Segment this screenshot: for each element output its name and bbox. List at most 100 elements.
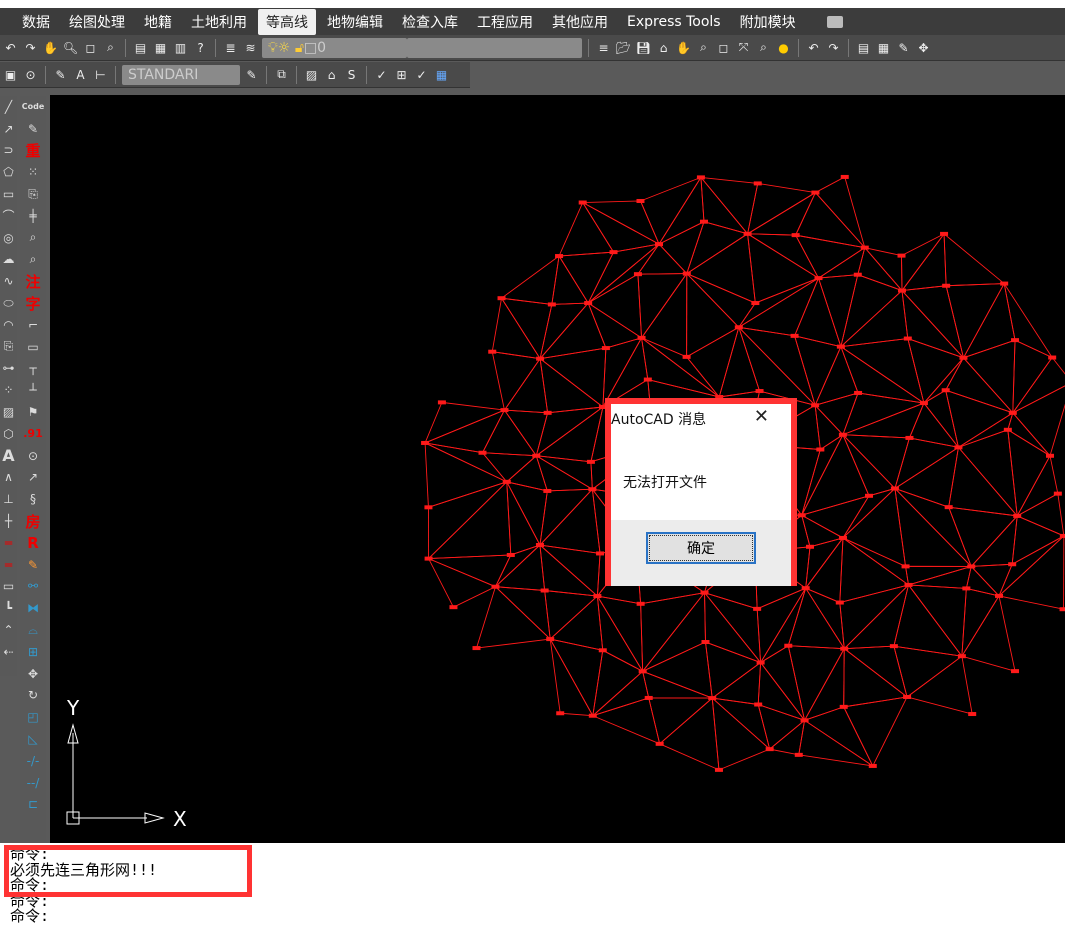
attribute-icon[interactable]: ✓ xyxy=(373,66,390,83)
redo-icon[interactable]: ↷ xyxy=(22,39,39,56)
offset-icon[interactable]: ⌓ xyxy=(20,619,46,641)
rail-icon[interactable]: ┬ xyxy=(20,358,46,380)
dim-update-icon[interactable]: ⊢ xyxy=(92,66,109,83)
close-icon[interactable]: ✕ xyxy=(754,406,769,427)
spline-icon[interactable]: S xyxy=(343,66,360,83)
scale-icon[interactable]: ◰ xyxy=(20,706,46,728)
slope-icon[interactable]: ↗ xyxy=(20,467,46,489)
annotation-button[interactable]: 注 xyxy=(20,270,46,292)
menu-check-import[interactable]: 检查入库 xyxy=(394,9,466,35)
text-button[interactable]: 字 xyxy=(20,292,46,314)
match-properties-icon[interactable]: ✎ xyxy=(895,39,912,56)
zoom-previous-icon[interactable]: ⌕ xyxy=(102,39,119,56)
elevation-point-button[interactable]: .91 xyxy=(20,423,46,445)
layer-state-icon[interactable]: ≋ xyxy=(242,39,259,56)
flag-icon[interactable]: ⚑ xyxy=(20,401,46,423)
double-line-icon-2[interactable]: ═ xyxy=(0,554,17,576)
cliff-icon[interactable]: § xyxy=(20,488,46,510)
text-icon[interactable]: A xyxy=(0,445,17,467)
attribute-manager-icon[interactable]: ▦ xyxy=(433,66,450,83)
ok-button[interactable]: 确定 xyxy=(646,532,756,564)
r-button[interactable]: R xyxy=(20,532,46,554)
xline-icon[interactable]: ↗ xyxy=(0,118,17,140)
attribute-edit-icon[interactable]: ⊞ xyxy=(393,66,410,83)
pan-icon-2[interactable]: ✋ xyxy=(675,39,692,56)
zoom-window-icon[interactable]: ◻ xyxy=(82,39,99,56)
text-style-icon[interactable]: A xyxy=(72,66,89,83)
line-icon[interactable]: ╱ xyxy=(0,96,17,118)
house-button[interactable]: 房 xyxy=(20,510,46,532)
attribute-sync-icon[interactable]: ✓ xyxy=(413,66,430,83)
menu-other[interactable]: 其他应用 xyxy=(544,9,616,35)
zoom-realtime-icon[interactable]: ⌕ xyxy=(695,39,712,56)
point-icon[interactable]: ⁘ xyxy=(0,379,17,401)
ellipse-icon[interactable]: ⬭ xyxy=(0,292,17,314)
properties-icon-2[interactable]: ▤ xyxy=(855,39,872,56)
text-style-dropdown[interactable]: STANDARI xyxy=(122,64,240,85)
arrow-line-icon[interactable]: ⇠ xyxy=(0,641,17,663)
hatch-icon-2[interactable]: ▨ xyxy=(0,401,17,423)
box-icon[interactable]: ▭ xyxy=(0,576,17,598)
layer-manager-icon[interactable]: ≣ xyxy=(222,39,239,56)
circle-center-icon[interactable]: ⊙ xyxy=(22,66,39,83)
grid-icon[interactable]: ⁙ xyxy=(20,161,46,183)
ellipse-arc-icon[interactable]: ◠ xyxy=(0,314,17,336)
zoom-icon[interactable]: 🔍︎ xyxy=(62,39,79,56)
camera-icon[interactable]: ⎘ xyxy=(20,183,46,205)
building-icon[interactable]: ⌐ xyxy=(20,314,46,336)
zoom-previous-icon-2[interactable]: ⌕ xyxy=(755,39,772,56)
draw-order-icon[interactable]: ⧉ xyxy=(273,66,290,83)
dim-baseline-icon[interactable]: ┼ xyxy=(0,510,17,532)
menu-engineering[interactable]: 工程应用 xyxy=(469,9,541,35)
step-icon[interactable]: ┗ xyxy=(0,597,17,619)
polygon-icon[interactable]: ⬠ xyxy=(0,161,17,183)
design-center-icon-2[interactable]: ▦ xyxy=(875,39,892,56)
lineweight-icon[interactable]: ≡ xyxy=(595,39,612,56)
rect-icon[interactable]: ▭ xyxy=(20,336,46,358)
menu-land-use[interactable]: 土地利用 xyxy=(183,9,255,35)
move-icon-2[interactable]: ✥ xyxy=(20,663,46,685)
double-line-icon[interactable]: ═ xyxy=(0,532,17,554)
design-center-icon[interactable]: ▦ xyxy=(152,39,169,56)
layer-dropdown-arrow[interactable] xyxy=(407,37,582,58)
properties-icon[interactable]: ▤ xyxy=(132,39,149,56)
edit-icon[interactable]: ✎ xyxy=(20,118,46,140)
open-icon[interactable]: 📂︎ xyxy=(615,39,632,56)
block-icon[interactable]: ▣ xyxy=(2,66,19,83)
dim-angle-icon[interactable]: ∧ xyxy=(0,467,17,489)
distance-query-icon[interactable]: ⌕ xyxy=(20,249,46,271)
insert-block-icon[interactable]: ⎘ xyxy=(0,336,17,358)
region-icon[interactable]: ⬡ xyxy=(0,423,17,445)
save-icon[interactable]: 💾︎ xyxy=(635,39,652,56)
menu-express-tools[interactable]: Express Tools xyxy=(619,11,729,33)
menu-addons[interactable]: 附加模块 xyxy=(732,9,804,35)
help-icon[interactable]: ? xyxy=(192,39,209,56)
menu-feature-edit[interactable]: 地物编辑 xyxy=(319,9,391,35)
menu-data[interactable]: 数据 xyxy=(14,9,58,35)
rotate-icon[interactable]: ↻ xyxy=(20,685,46,707)
menu-cadastre[interactable]: 地籍 xyxy=(136,9,180,35)
zoom-window-icon-2[interactable]: ◻ xyxy=(715,39,732,56)
dim-ordinate-icon[interactable]: ⊥ xyxy=(0,488,17,510)
back-icon[interactable]: ↶ xyxy=(805,39,822,56)
layer-dropdown[interactable]: 💡︎☼ 🔓︎ □ 0 xyxy=(262,37,407,58)
extend-icon[interactable]: --/ xyxy=(20,772,46,794)
mirror-icon[interactable]: ⧓ xyxy=(20,597,46,619)
break-icon[interactable]: ⊏ xyxy=(20,794,46,816)
forward-icon[interactable]: ↷ xyxy=(825,39,842,56)
circle-icon[interactable]: ◎ xyxy=(0,227,17,249)
menu-drawing[interactable]: 绘图处理 xyxy=(61,9,133,35)
hatch-icon[interactable]: ▨ xyxy=(303,66,320,83)
spline-icon-2[interactable]: ∿ xyxy=(0,270,17,292)
copy-icon[interactable]: ⚯ xyxy=(20,576,46,598)
wave-icon[interactable]: ⌃ xyxy=(0,619,17,641)
trim-icon[interactable]: -/- xyxy=(20,750,46,772)
move-icon[interactable]: ✥ xyxy=(915,39,932,56)
menu-contour[interactable]: 等高线 xyxy=(258,8,316,35)
erase-icon[interactable]: ⌂ xyxy=(655,39,672,56)
control-point-icon[interactable]: ⊙ xyxy=(20,445,46,467)
rectangle-icon[interactable]: ▭ xyxy=(0,183,17,205)
pan-icon[interactable]: ✋ xyxy=(42,39,59,56)
polyline-icon[interactable]: ⊃ xyxy=(0,140,17,162)
fence-icon[interactable]: ╪ xyxy=(20,205,46,227)
